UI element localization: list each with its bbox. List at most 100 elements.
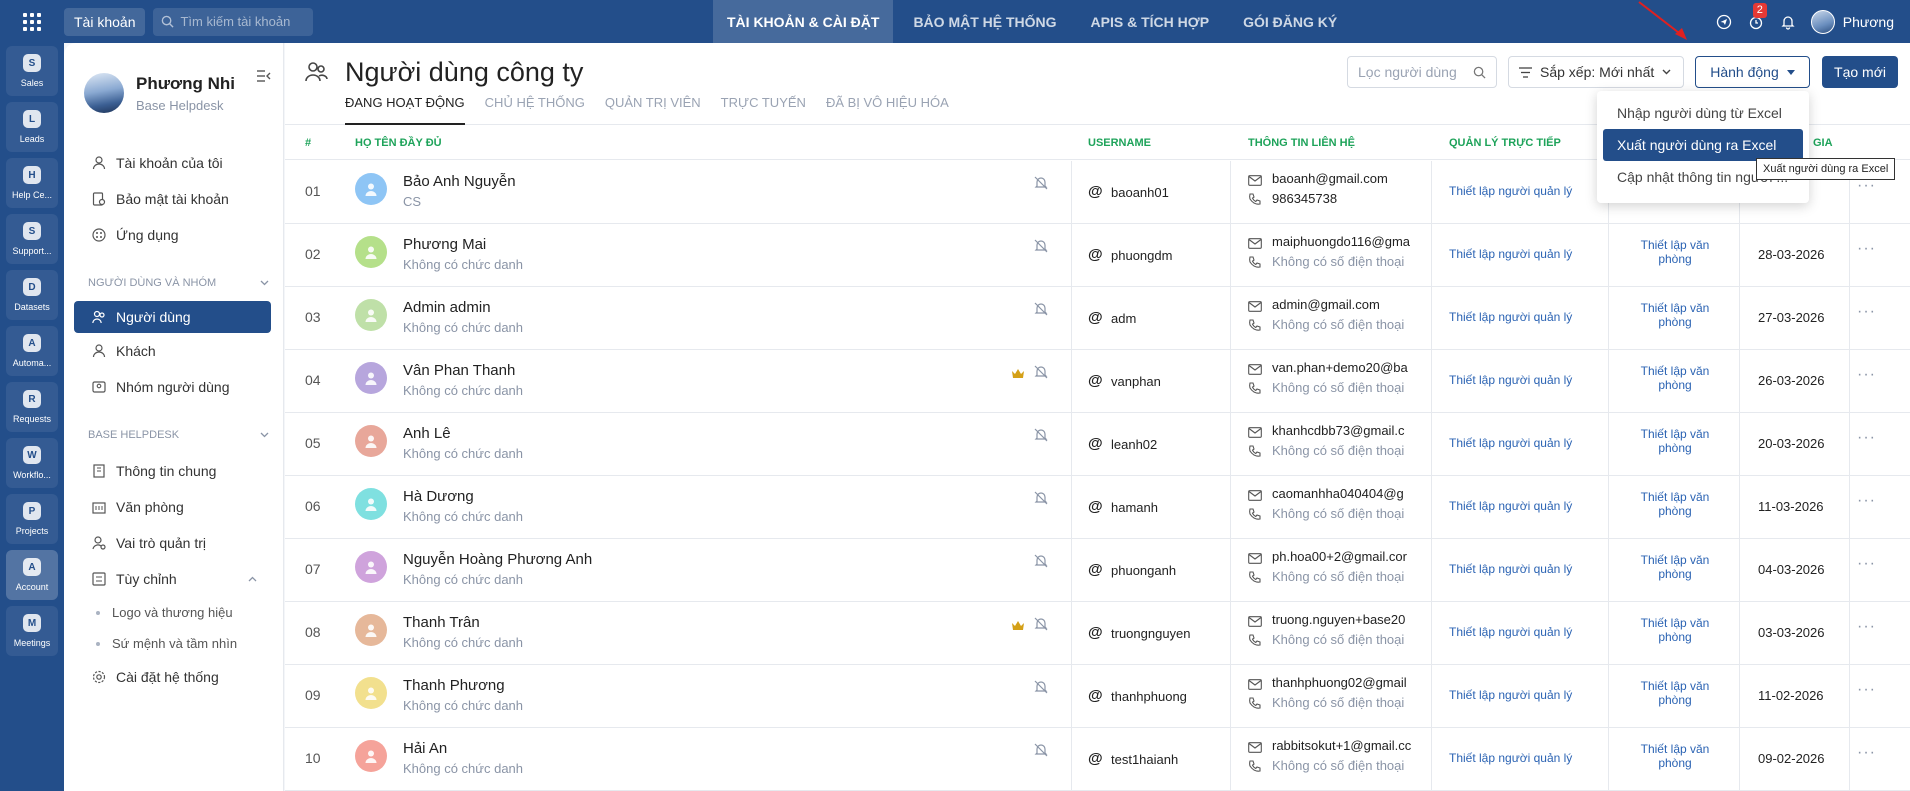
user-full-name[interactable]: Admin admin bbox=[403, 299, 491, 316]
section-base-helpdesk[interactable]: BASE HELPDESK bbox=[64, 417, 283, 453]
notification-off-icon[interactable] bbox=[1033, 301, 1049, 320]
menu-item-import-excel[interactable]: Nhập người dùng từ Excel bbox=[1603, 97, 1803, 129]
notification-off-icon[interactable] bbox=[1033, 616, 1049, 635]
sidebar-item-admin-roles[interactable]: Vai trò quản trị bbox=[64, 525, 283, 561]
set-manager-link[interactable]: Thiết lập người quản lý bbox=[1449, 625, 1572, 639]
more-options-icon[interactable]: ··· bbox=[1857, 681, 1876, 699]
sidebar-item-users[interactable]: Người dùng bbox=[74, 301, 271, 333]
more-options-icon[interactable]: ··· bbox=[1857, 618, 1876, 636]
rail-meetings[interactable]: M Meetings bbox=[6, 606, 58, 656]
set-office-link[interactable]: Thiết lập văn phòng bbox=[1625, 427, 1725, 455]
more-options-icon[interactable]: ··· bbox=[1857, 429, 1876, 447]
notification-off-icon[interactable] bbox=[1033, 553, 1049, 572]
set-manager-link[interactable]: Thiết lập người quản lý bbox=[1449, 436, 1572, 450]
rail-account[interactable]: A Account bbox=[6, 550, 58, 600]
user-full-name[interactable]: Bảo Anh Nguyễn bbox=[403, 173, 516, 190]
user-full-name[interactable]: Vân Phan Thanh bbox=[403, 362, 515, 379]
user-full-name[interactable]: Anh Lê bbox=[403, 425, 451, 442]
rail-help-center[interactable]: H Help Ce... bbox=[6, 158, 58, 208]
set-office-link[interactable]: Thiết lập văn phòng bbox=[1625, 679, 1725, 707]
sidebar-item-guests[interactable]: Khách bbox=[64, 333, 283, 369]
notification-off-icon[interactable] bbox=[1033, 490, 1049, 509]
set-office-link[interactable]: Thiết lập văn phòng bbox=[1625, 364, 1725, 392]
menu-item-export-excel[interactable]: Xuất người dùng ra Excel bbox=[1603, 129, 1803, 161]
bell-icon[interactable] bbox=[1779, 13, 1797, 31]
more-options-icon[interactable]: ··· bbox=[1857, 744, 1876, 762]
account-menu-button[interactable]: Tài khoản bbox=[64, 7, 146, 36]
rail-automation[interactable]: A Automa... bbox=[6, 326, 58, 376]
sidebar-item-account-security[interactable]: Bảo mật tài khoản bbox=[64, 181, 283, 217]
user-avatar[interactable] bbox=[1810, 9, 1835, 34]
filter-users-input[interactable]: Lọc người dùng bbox=[1347, 56, 1497, 88]
sidebar-subitem-logo-brand[interactable]: Logo và thương hiệu bbox=[64, 597, 283, 628]
send-icon[interactable] bbox=[1715, 13, 1733, 31]
notification-off-icon[interactable] bbox=[1033, 175, 1049, 194]
apps-grid-icon[interactable] bbox=[0, 0, 64, 43]
set-office-link[interactable]: Thiết lập văn phòng bbox=[1625, 238, 1725, 266]
sidebar-item-my-account[interactable]: Tài khoản của tôi bbox=[64, 145, 283, 181]
tab-active-users[interactable]: ĐANG HOẠT ĐỘNG bbox=[345, 95, 465, 125]
user-full-name[interactable]: Hải An bbox=[403, 740, 447, 757]
table-row[interactable]: 06 Hà Dương Không có chức danh @ hamanh … bbox=[285, 476, 1910, 539]
table-row[interactable]: 03 Admin admin Không có chức danh @ adm … bbox=[285, 287, 1910, 350]
more-options-icon[interactable]: ··· bbox=[1857, 240, 1876, 258]
sidebar-item-system-settings[interactable]: Cài đặt hệ thống bbox=[64, 659, 283, 695]
notification-off-icon[interactable] bbox=[1033, 742, 1049, 761]
col-header-manager[interactable]: QUẢN LÝ TRỰC TIẾP bbox=[1449, 137, 1561, 149]
alarm-clock-icon[interactable]: 2 bbox=[1747, 2, 1767, 31]
tab-administrators[interactable]: QUẢN TRỊ VIÊN bbox=[605, 95, 701, 125]
tab-online[interactable]: TRỰC TUYẾN bbox=[721, 95, 806, 125]
tab-deactivated[interactable]: ĐÃ BỊ VÔ HIỆU HÓA bbox=[826, 95, 949, 125]
table-row[interactable]: 02 Phương Mai Không có chức danh @ phuon… bbox=[285, 224, 1910, 287]
set-office-link[interactable]: Thiết lập văn phòng bbox=[1625, 742, 1725, 770]
user-name[interactable]: Phương bbox=[1843, 14, 1894, 30]
table-row[interactable]: 09 Thanh Phương Không có chức danh @ tha… bbox=[285, 665, 1910, 728]
set-office-link[interactable]: Thiết lập văn phòng bbox=[1625, 616, 1725, 644]
rail-workflow[interactable]: W Workflo... bbox=[6, 438, 58, 488]
account-search-input[interactable]: Tìm kiếm tài khoản bbox=[153, 7, 314, 36]
rail-datasets[interactable]: D Datasets bbox=[6, 270, 58, 320]
user-full-name[interactable]: Hà Dương bbox=[403, 488, 474, 505]
more-options-icon[interactable]: ··· bbox=[1857, 303, 1876, 321]
rail-projects[interactable]: P Projects bbox=[6, 494, 58, 544]
rail-sales[interactable]: S Sales bbox=[6, 46, 58, 96]
rail-requests[interactable]: R Requests bbox=[6, 382, 58, 432]
col-header-joined[interactable]: GIA bbox=[1813, 137, 1833, 149]
notification-off-icon[interactable] bbox=[1033, 679, 1049, 698]
user-full-name[interactable]: Nguyễn Hoàng Phương Anh bbox=[403, 551, 592, 568]
rail-support[interactable]: S Support... bbox=[6, 214, 58, 264]
notification-off-icon[interactable] bbox=[1033, 238, 1049, 257]
set-manager-link[interactable]: Thiết lập người quản lý bbox=[1449, 751, 1572, 765]
more-options-icon[interactable]: ··· bbox=[1857, 366, 1876, 384]
sidebar-item-user-groups[interactable]: Nhóm người dùng bbox=[64, 369, 283, 405]
table-row[interactable]: 10 Hải An Không có chức danh @ test1haia… bbox=[285, 728, 1910, 791]
nav-subscription[interactable]: GÓI ĐĂNG KÝ bbox=[1229, 0, 1351, 43]
user-full-name[interactable]: Thanh Phương bbox=[403, 677, 505, 694]
set-manager-link[interactable]: Thiết lập người quản lý bbox=[1449, 562, 1572, 576]
create-new-button[interactable]: Tạo mới bbox=[1822, 56, 1898, 88]
col-header-username[interactable]: USERNAME bbox=[1088, 137, 1151, 149]
table-row[interactable]: 05 Anh Lê Không có chức danh @ leanh02 k… bbox=[285, 413, 1910, 476]
sidebar-item-office[interactable]: Văn phòng bbox=[64, 489, 283, 525]
sort-dropdown[interactable]: Sắp xếp: Mới nhất bbox=[1508, 56, 1684, 88]
nav-account-settings[interactable]: TÀI KHOẢN & CÀI ĐẶT bbox=[713, 0, 894, 43]
table-row[interactable]: 08 Thanh Trân Không có chức danh @ truon… bbox=[285, 602, 1910, 665]
tab-system-owners[interactable]: CHỦ HỆ THỐNG bbox=[485, 95, 585, 125]
set-office-link[interactable]: Thiết lập văn phòng bbox=[1625, 553, 1725, 581]
sidebar-subitem-mission-vision[interactable]: Sứ mệnh và tầm nhìn bbox=[64, 628, 283, 659]
set-office-link[interactable]: Thiết lập văn phòng bbox=[1625, 301, 1725, 329]
collapse-sidebar-icon[interactable] bbox=[257, 69, 271, 85]
more-options-icon[interactable]: ··· bbox=[1857, 492, 1876, 510]
section-users-groups[interactable]: NGƯỜI DÙNG VÀ NHÓM bbox=[64, 265, 283, 301]
set-manager-link[interactable]: Thiết lập người quản lý bbox=[1449, 688, 1572, 702]
set-manager-link[interactable]: Thiết lập người quản lý bbox=[1449, 499, 1572, 513]
user-full-name[interactable]: Phương Mai bbox=[403, 236, 486, 253]
col-header-contact[interactable]: THÔNG TIN LIÊN HỆ bbox=[1248, 137, 1355, 149]
set-manager-link[interactable]: Thiết lập người quản lý bbox=[1449, 184, 1572, 198]
set-manager-link[interactable]: Thiết lập người quản lý bbox=[1449, 310, 1572, 324]
notification-off-icon[interactable] bbox=[1033, 427, 1049, 446]
rail-leads[interactable]: L Leads bbox=[6, 102, 58, 152]
col-header-name[interactable]: HỌ TÊN ĐẦY ĐỦ bbox=[355, 137, 442, 149]
nav-system-security[interactable]: BẢO MẬT HỆ THỐNG bbox=[899, 0, 1070, 43]
table-row[interactable]: 07 Nguyễn Hoàng Phương Anh Không có chức… bbox=[285, 539, 1910, 602]
